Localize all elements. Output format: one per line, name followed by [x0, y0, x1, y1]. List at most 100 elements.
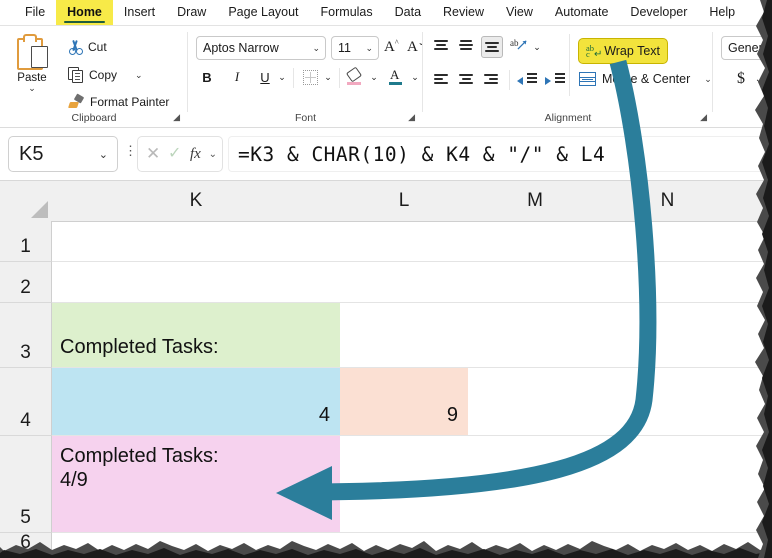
copy-chevron-down-icon[interactable]: ⌄ — [135, 70, 143, 79]
format-painter-button[interactable]: Format Painter — [68, 93, 169, 109]
spreadsheet-grid: KLMN 123456 Completed Tasks: 4 9 Completed … — [0, 181, 772, 558]
name-box-chevron-down-icon[interactable]: ⌄ — [99, 148, 108, 161]
cut-button[interactable]: Cut — [68, 40, 107, 55]
name-box[interactable]: K5 ⌄ — [8, 136, 118, 172]
underline-button[interactable]: U — [256, 68, 274, 86]
merge-and-center-button[interactable]: Merge & Center ⌄ — [579, 72, 712, 86]
currency-format-button[interactable]: $ — [733, 70, 749, 88]
copy-icon — [68, 67, 83, 83]
row-header-3[interactable]: 3 — [0, 303, 52, 368]
bold-button[interactable]: B — [198, 68, 216, 86]
column-header-L[interactable]: L — [340, 181, 469, 221]
align-right-button[interactable] — [481, 70, 501, 90]
cell-value-K5: Completed Tasks: 4/9 — [60, 445, 219, 491]
ribbon-tab-insert[interactable]: Insert — [113, 0, 166, 25]
fill-color-button[interactable] — [345, 66, 364, 86]
enter-formula-icon[interactable]: ✓ — [168, 145, 181, 163]
ribbon-tab-page-layout[interactable]: Page Layout — [217, 0, 309, 25]
bold-label: B — [202, 69, 212, 85]
row-header-4[interactable]: 4 — [0, 368, 52, 436]
row-header-2[interactable]: 2 — [0, 262, 52, 303]
increase-font-size-button[interactable]: A^ — [384, 38, 399, 56]
select-all-corner[interactable] — [0, 181, 53, 221]
cell-K4[interactable]: 4 — [52, 368, 340, 435]
ribbon-tab-bar: File Home Insert Draw Page Layout Formulas Dat… — [0, 0, 772, 25]
wrap-text-icon: ab c ↵ — [586, 42, 603, 60]
merge-chevron-down-icon[interactable]: ⌄ — [704, 75, 712, 84]
clipboard-dialog-launcher[interactable]: ◢ — [173, 112, 180, 123]
font-dialog-launcher[interactable]: ◢ — [408, 112, 415, 123]
ribbon-tab-file[interactable]: File — [14, 0, 56, 25]
ribbon: Paste ⌄ Cut Copy ⌄ Format Painter Clipbo… — [0, 26, 772, 127]
currency-chevron-down-icon[interactable]: ⌄ — [753, 72, 765, 86]
borders-icon — [302, 69, 318, 85]
formula-text: =K3 & CHAR(10) & K4 & "/" & L4 — [238, 142, 606, 166]
cell-value-L4: 9 — [446, 404, 458, 426]
merge-and-center-label: Merge & Center — [602, 72, 691, 86]
font-name-chevron-down-icon[interactable]: ⌄ — [312, 43, 320, 54]
select-all-triangle-icon — [31, 201, 48, 218]
underline-chevron-down-icon[interactable]: ⌄ — [276, 70, 288, 84]
ribbon-tab-view[interactable]: View — [495, 0, 544, 25]
number-format-combobox[interactable]: General — [721, 36, 772, 60]
align-center-icon — [459, 74, 473, 86]
font-name-combobox[interactable]: Aptos Narrow ⌄ — [196, 36, 326, 60]
align-middle-button[interactable] — [456, 36, 476, 56]
align-left-icon — [434, 74, 448, 86]
ribbon-tab-help[interactable]: Help — [698, 0, 746, 25]
merge-cells-icon — [579, 72, 596, 86]
align-left-button[interactable] — [431, 70, 451, 90]
formula-input[interactable]: =K3 & CHAR(10) & K4 & "/" & L4 — [228, 136, 766, 172]
paste-button[interactable]: Paste ⌄ — [6, 32, 58, 108]
ribbon-tab-draw[interactable]: Draw — [166, 0, 217, 25]
cell-L4[interactable]: 9 — [340, 368, 468, 435]
align-top-button[interactable] — [431, 36, 451, 56]
ribbon-tab-home[interactable]: Home — [56, 0, 113, 25]
column-header-partial[interactable] — [733, 181, 772, 221]
grid-row-6 — [52, 533, 772, 558]
italic-button[interactable]: I — [228, 68, 246, 86]
cell-K3[interactable]: Completed Tasks: — [52, 303, 340, 367]
orientation-button[interactable]: ab — [509, 36, 529, 56]
ribbon-tab-review[interactable]: Review — [432, 0, 495, 25]
cancel-formula-icon[interactable]: ✕ — [146, 145, 160, 163]
font-color-button[interactable]: A — [387, 67, 405, 86]
decrease-indent-button[interactable] — [517, 71, 537, 89]
insert-function-icon[interactable]: fx — [190, 146, 201, 163]
ribbon-tab-data[interactable]: Data — [384, 0, 432, 25]
borders-button[interactable] — [301, 68, 319, 86]
increase-indent-button[interactable] — [545, 71, 565, 89]
orientation-chevron-down-icon[interactable]: ⌄ — [531, 40, 543, 54]
align-center-button[interactable] — [456, 70, 476, 90]
ribbon-tab-automate[interactable]: Automate — [544, 0, 620, 25]
formula-bar-handle[interactable]: ⋮ — [124, 144, 137, 157]
font-size-chevron-down-icon[interactable]: ⌄ — [365, 43, 373, 54]
italic-label: I — [234, 69, 240, 84]
copy-button[interactable]: Copy ⌄ — [68, 67, 143, 83]
cell-K5[interactable]: Completed Tasks: 4/9 — [52, 436, 340, 532]
fill-color-chevron-down-icon[interactable]: ⌄ — [368, 70, 380, 84]
row-header-5[interactable]: 5 — [0, 436, 52, 533]
font-size-value: 11 — [338, 41, 351, 55]
alignment-dialog-launcher[interactable]: ◢ — [700, 112, 707, 123]
copy-label: Copy — [89, 67, 118, 82]
font-size-combobox[interactable]: 11 ⌄ — [331, 36, 379, 60]
align-bottom-button[interactable] — [481, 36, 503, 58]
ribbon-tab-formulas[interactable]: Formulas — [310, 0, 384, 25]
ribbon-group-clipboard: Paste ⌄ Cut Copy ⌄ Format Painter Clipbo… — [0, 26, 188, 127]
align-right-icon — [484, 74, 498, 86]
row-header-1[interactable]: 1 — [0, 221, 52, 262]
paste-chevron-down-icon[interactable]: ⌄ — [28, 84, 36, 93]
borders-chevron-down-icon[interactable]: ⌄ — [322, 70, 334, 84]
wrap-text-label: Wrap Text — [604, 44, 660, 58]
column-header-M[interactable]: M — [468, 181, 603, 221]
wrap-text-button[interactable]: ab c ↵ Wrap Text — [578, 38, 668, 64]
formula-bar: K5 ⌄ ⋮ ✕ ✓ fx ⌄ =K3 & CHAR(10) & K4 & "/… — [0, 128, 772, 180]
ribbon-tab-developer[interactable]: Developer — [619, 0, 698, 25]
formula-chevron-down-icon[interactable]: ⌄ — [209, 149, 217, 160]
column-header-N[interactable]: N — [602, 181, 734, 221]
column-header-K[interactable]: K — [52, 181, 341, 221]
row-header-6[interactable]: 6 — [0, 532, 52, 558]
font-color-chevron-down-icon[interactable]: ⌄ — [409, 70, 421, 84]
formula-action-group: ✕ ✓ fx ⌄ — [137, 136, 223, 172]
